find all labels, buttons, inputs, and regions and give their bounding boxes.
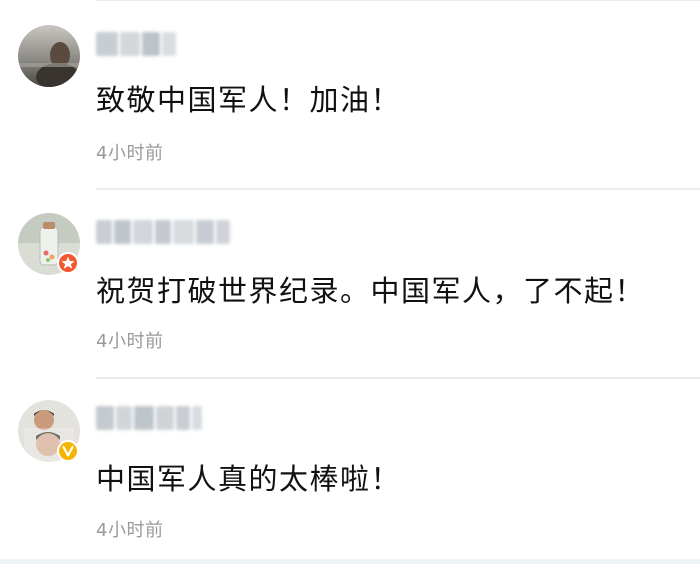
comment-item: 致敬中国军人！加油！ 4小时前 [0,0,700,190]
bottom-bar [0,559,700,564]
username-redacted[interactable] [96,406,214,430]
comment-text: 祝贺打破世界纪录。中国军人，了不起！ [96,274,646,308]
comment-time: 4小时前 [96,143,164,164]
comment-text: 致敬中国军人！加油！ [96,83,402,117]
avatar[interactable] [18,25,80,87]
verified-v-badge-icon [57,440,79,462]
comment-text: 中国军人真的太棒啦！ [96,462,402,496]
comment-time: 4小时前 [96,331,164,352]
username-redacted[interactable] [96,32,176,56]
star-badge-icon [57,252,79,274]
comment-time: 4小时前 [96,520,164,541]
comment-item: 祝贺打破世界纪录。中国军人，了不起！ 4小时前 [0,190,700,379]
avatar-image [18,25,80,87]
comment-item: 中国军人真的太棒啦！ 4小时前 [0,380,700,569]
divider [96,377,700,379]
username-redacted[interactable] [96,220,230,244]
